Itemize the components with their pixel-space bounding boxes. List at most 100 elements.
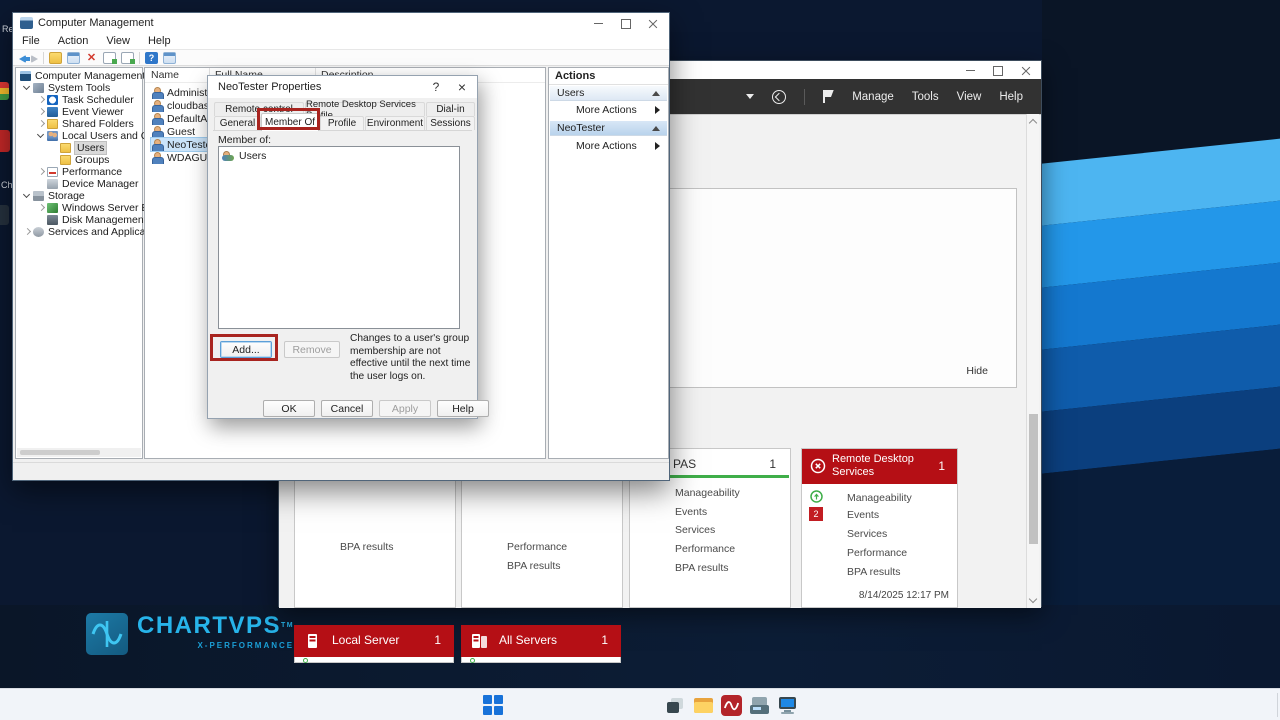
show-desktop-divider[interactable] (1277, 693, 1278, 717)
tile-item[interactable]: Services (847, 528, 887, 540)
dialog-help-button[interactable]: ? (423, 76, 449, 98)
dialog-close-button[interactable]: × (449, 76, 475, 98)
maximize-button[interactable] (613, 16, 639, 31)
cancel-button[interactable]: Cancel (321, 400, 373, 417)
help-icon[interactable]: ? (145, 51, 158, 64)
tile-item[interactable]: Events (675, 506, 707, 518)
minimize-button[interactable] (957, 63, 983, 78)
menu-help[interactable]: Help (999, 91, 1023, 103)
tile-item[interactable]: Performance (675, 543, 735, 555)
member-users-item[interactable]: Users (222, 150, 266, 162)
rds-tile[interactable]: Remote Desktop Services 1 Manageability … (801, 448, 958, 608)
pas-tile-title[interactable]: PAS (673, 457, 696, 471)
tab-dial-in[interactable]: Dial-in (426, 102, 475, 116)
collapse-icon[interactable] (652, 90, 660, 96)
tile-item[interactable]: Manageability (675, 487, 740, 499)
rds-tile-title[interactable]: Remote Desktop Services (832, 453, 927, 479)
tree-item-shared-folders[interactable]: Shared Folders (18, 118, 134, 130)
close-button[interactable] (640, 16, 666, 31)
tree-item-groups[interactable]: Groups (18, 154, 109, 166)
tab-general[interactable]: General (214, 116, 261, 130)
column-name[interactable]: Name (151, 68, 179, 82)
chevron-closed-icon[interactable] (36, 107, 47, 117)
minimize-button[interactable] (585, 16, 611, 31)
red-wave-app-button[interactable] (718, 689, 744, 720)
menu-file[interactable]: File (13, 35, 49, 47)
task-view-button[interactable] (662, 689, 688, 720)
member-of-listbox[interactable]: Users (218, 146, 460, 329)
actions-group-neotester[interactable]: NeoTester (550, 121, 667, 136)
tile-item[interactable]: Services (675, 524, 715, 536)
refresh-icon[interactable] (772, 89, 787, 104)
chevron-closed-icon[interactable] (36, 167, 47, 177)
tile-item[interactable]: Performance (847, 547, 907, 559)
chevron-closed-icon[interactable] (36, 203, 47, 213)
properties-icon[interactable] (103, 51, 117, 64)
browser-icon-partial[interactable] (0, 82, 9, 100)
tile-item[interactable]: Manageability (847, 492, 912, 504)
tile-item[interactable]: BPA results (847, 566, 901, 578)
tile-item[interactable]: BPA results (340, 541, 394, 553)
hide-link[interactable]: Hide (966, 365, 988, 377)
chevron-closed-icon[interactable] (22, 227, 33, 237)
h-scrollbar-thumb[interactable] (20, 450, 100, 455)
tab-profile[interactable]: Profile (320, 116, 364, 130)
tile-item[interactable]: Performance (507, 541, 567, 553)
tile-item[interactable]: Events (847, 509, 879, 521)
menu-view[interactable]: View (957, 91, 982, 103)
tree-item-users[interactable]: Users (18, 141, 108, 155)
scrollbar-thumb[interactable] (1029, 414, 1038, 544)
all-servers-tile[interactable]: All Servers 1 (461, 625, 621, 657)
tree-item-storage[interactable]: Storage (18, 190, 85, 202)
server-manager-button[interactable] (746, 689, 772, 720)
h-scrollbar[interactable] (17, 448, 141, 457)
tab-environment[interactable]: Environment (365, 116, 425, 130)
chevron-closed-icon[interactable] (36, 95, 47, 105)
app-icon-partial[interactable] (0, 130, 10, 152)
app-icon-partial-2[interactable] (0, 205, 9, 225)
collapse-icon[interactable] (652, 125, 660, 131)
chrome-label[interactable]: Ch (1, 180, 13, 190)
menu-manage[interactable]: Manage (852, 91, 894, 103)
export-list-icon[interactable] (121, 51, 135, 64)
local-server-tile[interactable]: Local Server 1 (294, 625, 454, 657)
start-button[interactable] (480, 689, 506, 720)
ok-button[interactable]: OK (263, 400, 315, 417)
menu-help[interactable]: Help (139, 35, 180, 47)
tree-item-device-manager[interactable]: Device Manager (18, 178, 138, 190)
menu-tools[interactable]: Tools (912, 91, 939, 103)
maximize-button[interactable] (985, 63, 1011, 78)
console-window-icon[interactable] (163, 51, 176, 64)
forward-icon[interactable] (31, 54, 38, 63)
scrollbar[interactable] (1026, 114, 1039, 608)
tile-item[interactable]: BPA results (507, 560, 561, 572)
users-more-actions[interactable]: More Actions (550, 103, 667, 117)
tile-item[interactable]: BPA results (675, 562, 729, 574)
file-explorer-button[interactable] (690, 689, 716, 720)
remove-button[interactable]: Remove (284, 341, 340, 358)
tree-item-task-scheduler[interactable]: Task Scheduler (18, 94, 134, 106)
notifications-flag-icon[interactable] (823, 90, 834, 103)
computer-management-button[interactable] (774, 689, 800, 720)
tree-item-system-tools[interactable]: System Tools (18, 82, 110, 94)
scroll-up-icon[interactable] (1028, 118, 1038, 128)
all-servers-title[interactable]: All Servers (499, 633, 557, 647)
tab-sessions[interactable]: Sessions (426, 116, 475, 130)
tree-item-disk-management[interactable]: Disk Management (18, 214, 147, 226)
apply-button[interactable]: Apply (379, 400, 431, 417)
chevron-open-icon[interactable] (22, 191, 33, 201)
chevron-open-icon[interactable] (22, 83, 33, 93)
chevron-open-icon[interactable] (36, 131, 47, 141)
tree-item-event-viewer[interactable]: Event Viewer (18, 106, 124, 118)
scroll-down-icon[interactable] (1028, 594, 1038, 604)
actions-group-users[interactable]: Users (550, 86, 667, 101)
tree-item-performance[interactable]: Performance (18, 166, 122, 178)
close-button[interactable] (1013, 63, 1039, 78)
show-console-tree-icon[interactable] (67, 51, 80, 64)
delete-icon[interactable]: ✕ (85, 52, 98, 64)
chevron-down-icon[interactable] (746, 94, 755, 99)
neotester-more-actions[interactable]: More Actions (550, 139, 667, 153)
local-server-title[interactable]: Local Server (332, 633, 399, 647)
back-icon[interactable] (19, 54, 30, 63)
tab-rds-profile[interactable]: Remote Desktop Services Profile (305, 99, 425, 121)
